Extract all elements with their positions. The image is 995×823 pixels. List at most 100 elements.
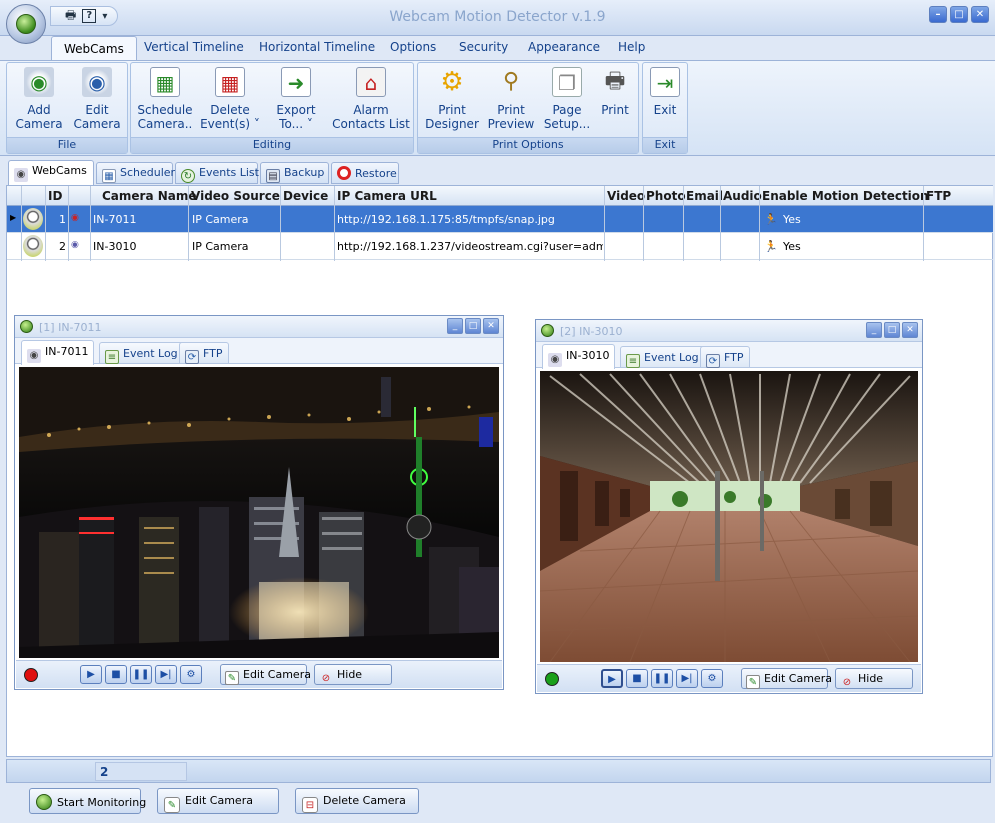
webcam-icon: ◉ bbox=[548, 353, 562, 367]
camera-tab-ftp[interactable]: ⟳ FTP bbox=[179, 342, 229, 364]
exit-button[interactable]: ⇥ Exit bbox=[645, 67, 685, 117]
camera-minimize-button[interactable]: _ bbox=[866, 322, 882, 338]
app-menu-button[interactable] bbox=[6, 4, 46, 44]
page-setup-button[interactable]: ❐ Page Setup... bbox=[540, 67, 594, 131]
minimize-button[interactable]: – bbox=[929, 6, 947, 23]
edit-camera-ribbon-button[interactable]: ◉ Edit Camera bbox=[71, 67, 123, 131]
start-monitoring-button[interactable]: Start Monitoring bbox=[29, 788, 146, 814]
camera-tab-event-log[interactable]: ≡ Event Log bbox=[99, 342, 184, 364]
col-email[interactable]: Email bbox=[686, 189, 723, 203]
tab-appearance[interactable]: Appearance bbox=[528, 40, 600, 54]
print-designer-button[interactable]: ⚙ Print Designer bbox=[422, 67, 482, 131]
camera-window-1[interactable]: [1] IN-7011 _ □ ✕ ◉ IN-7011 ≡ Event Log ⟳ F… bbox=[14, 315, 504, 690]
col-audio[interactable]: Audio bbox=[723, 189, 762, 203]
camera-minimize-button[interactable]: _ bbox=[447, 318, 463, 334]
alarm-contacts-button[interactable]: ⌂ Alarm Contacts List bbox=[331, 67, 411, 131]
alarm-contacts-icon: ⌂ bbox=[356, 67, 386, 97]
snapshot-settings-button[interactable]: ⚙ bbox=[180, 665, 202, 684]
table-row[interactable]: 2 ◉ IN-3010 IP Camera http://192.168.1.2… bbox=[7, 233, 993, 260]
webcam-row-icon bbox=[23, 208, 43, 230]
edit-camera-label-1: Edit bbox=[85, 103, 109, 117]
camera-live-view[interactable] bbox=[19, 367, 499, 658]
col-video[interactable]: Video bbox=[607, 189, 645, 203]
camera-tabs: ◉ IN-3010 ≡ Event Log ⟳ FTP bbox=[536, 342, 922, 369]
print-designer-label-2: Designer bbox=[425, 117, 479, 131]
cell-video-source: IP Camera bbox=[192, 213, 249, 226]
camera-live-view[interactable] bbox=[540, 371, 918, 662]
camera-tab-ftp[interactable]: ⟳ FTP bbox=[700, 346, 750, 368]
export-icon: ➜ bbox=[281, 67, 311, 97]
camera-window-2[interactable]: [2] IN-3010 _ □ ✕ ◉ IN-3010 ≡ Event Log ⟳ F… bbox=[535, 319, 923, 694]
eye-icon[interactable]: ◉ bbox=[71, 213, 79, 223]
footer-edit-camera-button[interactable]: ✎ Edit Camera bbox=[157, 788, 279, 814]
col-id[interactable]: ID bbox=[48, 189, 62, 203]
col-photo[interactable]: Photo bbox=[646, 189, 686, 203]
stop-button[interactable]: ■ bbox=[626, 669, 648, 688]
camera-maximize-button[interactable]: □ bbox=[884, 322, 900, 338]
camera-tab-live[interactable]: ◉ IN-7011 bbox=[21, 340, 95, 365]
eye-icon[interactable]: ◉ bbox=[71, 240, 79, 250]
col-ftp[interactable]: FTP bbox=[926, 189, 951, 203]
col-ip-camera-url[interactable]: IP Camera URL bbox=[337, 189, 437, 203]
maximize-button[interactable]: □ bbox=[950, 6, 968, 23]
subtab-restore[interactable]: Restore bbox=[331, 162, 399, 184]
tab-security[interactable]: Security bbox=[459, 40, 508, 54]
ribbon: ◉ Add Camera ◉ Edit Camera File ▦ Schedu… bbox=[0, 60, 995, 156]
subtab-backup[interactable]: ▤ Backup bbox=[260, 162, 329, 184]
printer-icon: 🖶 bbox=[604, 69, 626, 94]
camera-maximize-button[interactable]: □ bbox=[465, 318, 481, 334]
tab-webcams[interactable]: WebCams bbox=[51, 36, 137, 61]
tab-vertical-timeline[interactable]: Vertical Timeline bbox=[144, 40, 244, 54]
camera-window-title: [2] IN-3010 _ □ ✕ bbox=[536, 320, 922, 342]
tab-horizontal-timeline[interactable]: Horizontal Timeline bbox=[259, 40, 375, 54]
delete-camera-button[interactable]: ⊟ Delete Camera bbox=[295, 788, 419, 814]
edit-camera-button[interactable]: ✎ Edit Camera bbox=[741, 668, 832, 689]
window-title: Webcam Motion Detector v.1.9 bbox=[389, 9, 606, 25]
schedule-camera-button[interactable]: ▦ Schedule Camera.. bbox=[135, 67, 195, 131]
tab-options[interactable]: Options bbox=[390, 40, 436, 54]
camera-tab-live[interactable]: ◉ IN-3010 bbox=[542, 344, 616, 369]
play-button[interactable]: ▶ bbox=[80, 665, 102, 684]
print-button[interactable]: 🖶 Print bbox=[594, 67, 636, 117]
camera-tab-live-label: IN-3010 bbox=[566, 349, 610, 362]
main-content: ID Camera Name Video Source Device IP Ca… bbox=[6, 185, 993, 757]
camera-close-button[interactable]: ✕ bbox=[483, 318, 499, 334]
event-log-icon: ≡ bbox=[105, 350, 119, 364]
delete-events-label-1: Delete bbox=[210, 103, 250, 117]
hide-button[interactable]: ⊘ Hide bbox=[835, 668, 913, 689]
export-button[interactable]: ➜ Export To... ˅ bbox=[269, 67, 323, 131]
edit-camera-icon: ✎ bbox=[225, 671, 239, 685]
pause-button[interactable]: ❚❚ bbox=[651, 669, 673, 688]
stop-button[interactable]: ■ bbox=[105, 665, 127, 684]
play-button[interactable]: ▶ bbox=[601, 669, 623, 688]
tab-help[interactable]: Help bbox=[618, 40, 645, 54]
delete-camera-label: Delete Camera bbox=[323, 794, 406, 807]
subtab-webcams[interactable]: ◉ WebCams bbox=[8, 160, 94, 185]
cell-ip-camera-url: http://192.168.1.175:85/tmpfs/snap.jpg bbox=[337, 213, 555, 226]
add-camera-button[interactable]: ◉ Add Camera bbox=[13, 67, 65, 131]
next-button[interactable]: ▶| bbox=[676, 669, 698, 688]
pause-button[interactable]: ❚❚ bbox=[130, 665, 152, 684]
snapshot-settings-button[interactable]: ⚙ bbox=[701, 669, 723, 688]
col-camera-name[interactable]: Camera Name bbox=[102, 189, 197, 203]
delete-events-button[interactable]: ▦ Delete Event(s) ˅ bbox=[199, 67, 261, 131]
subtab-events-list[interactable]: ↻ Events List bbox=[175, 162, 259, 184]
subtab-scheduler[interactable]: ▦ Scheduler bbox=[96, 162, 176, 184]
col-video-source[interactable]: Video Source bbox=[191, 189, 280, 203]
camera-tab-ftp-label: FTP bbox=[203, 347, 223, 360]
subtab-webcams-label: WebCams bbox=[32, 164, 87, 177]
subtab-scheduler-label: Scheduler bbox=[120, 166, 176, 179]
table-row[interactable]: ▶ 1 ◉ IN-7011 IP Camera http://192.168.1… bbox=[7, 206, 993, 233]
col-enable-motion-detection[interactable]: Enable Motion Detection bbox=[762, 189, 929, 203]
app-logo-icon bbox=[16, 14, 36, 34]
print-preview-button[interactable]: ⚲ Print Preview bbox=[484, 67, 538, 131]
camera-close-button[interactable]: ✕ bbox=[902, 322, 918, 338]
calendar-add-icon: ▦ bbox=[150, 67, 180, 97]
col-device[interactable]: Device bbox=[283, 189, 328, 203]
edit-camera-button[interactable]: ✎ Edit Camera bbox=[220, 664, 311, 685]
camera-tab-event-log[interactable]: ≡ Event Log bbox=[620, 346, 705, 368]
next-button[interactable]: ▶| bbox=[155, 665, 177, 684]
close-button[interactable]: ✕ bbox=[971, 6, 989, 23]
edit-camera-label: Edit Camera bbox=[243, 668, 311, 681]
hide-button[interactable]: ⊘ Hide bbox=[314, 664, 392, 685]
